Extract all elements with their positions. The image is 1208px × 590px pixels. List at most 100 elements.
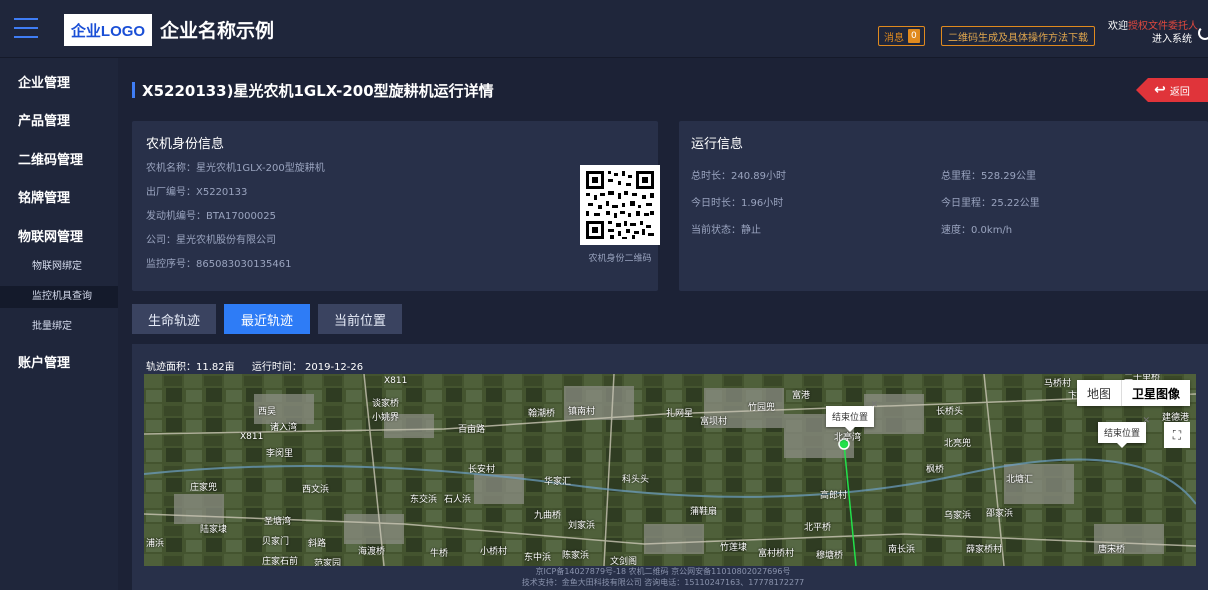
map-place-label: 马桥村 — [1044, 379, 1072, 389]
logout-power-icon[interactable] — [1198, 26, 1208, 40]
map-place-label: 李闵里 — [266, 449, 294, 459]
footer: 京ICP备14027879号-18 农机二维码 京公网安备11010802027… — [118, 566, 1208, 588]
map-place-label: 石人浜 — [444, 495, 472, 505]
map-place-label: 海渡桥 — [358, 547, 386, 557]
messages-button[interactable]: 消息 0 — [878, 26, 925, 46]
identity-panel: 农机身份信息 农机名称：星光农机1GLX-200型旋耕机 出厂编号：X52201… — [132, 121, 660, 291]
operation-current-status: 当前状态：静止 — [691, 225, 761, 236]
map-place-label: 富坝村 — [700, 417, 728, 427]
map-place-label: 斜路 — [308, 539, 327, 549]
company-name: 企业名称示例 — [160, 20, 275, 42]
sidebar-subitem-monitor-query[interactable]: 监控机具查询 — [0, 286, 118, 308]
sidebar-item-products[interactable]: 产品管理 — [0, 110, 118, 129]
map-place-label: 东交浜 — [410, 495, 438, 505]
map-place-label: 镇南村 — [568, 407, 596, 417]
identity-qr-code — [580, 165, 660, 245]
map-place-label: 庄家兜 — [190, 483, 218, 493]
map-place-label: 九曲桥 — [534, 511, 562, 521]
sidebar-item-enterprise[interactable]: 企业管理 — [0, 72, 118, 91]
map-place-label: 乌家浜 — [944, 511, 972, 521]
back-label: 返回 — [1169, 86, 1190, 98]
footer-support: 技术支持：金鱼大田科技有限公司 咨询电话：15110247163、1777817… — [521, 578, 805, 587]
map-place-label: 邵家浜 — [986, 509, 1014, 519]
map-place-label: 贝家门 — [262, 537, 290, 547]
map-place-label: 华家汇 — [544, 477, 572, 487]
identity-monitor-serial: 监控序号：865083030135461 — [146, 259, 292, 270]
operation-title: 运行信息 — [691, 137, 744, 152]
map-place-label: 浦浜 — [146, 539, 165, 549]
satellite-imagery — [144, 374, 1196, 566]
map-type-satellite[interactable]: 卫星图像 — [1120, 380, 1190, 406]
sidebar-item-qrcode[interactable]: 二维码管理 — [0, 149, 118, 168]
operation-total-mileage: 总里程：528.29公里 — [941, 171, 1036, 182]
map-place-label: X811 — [240, 432, 264, 442]
map-type-standard[interactable]: 地图 — [1077, 380, 1121, 406]
map-place-label: 南长浜 — [888, 545, 916, 555]
map-place-label: 文剑阁 — [610, 557, 638, 566]
map-panel: 轨迹面积：11.82亩 运行时间： 2019-12-26 X811 谈家桥 西吴… — [132, 344, 1208, 590]
map-place-label: 范家园 — [314, 559, 342, 566]
map-place-label: 翰潮桥 — [528, 409, 556, 419]
operation-panel: 运行信息 总时长：240.89小时 今日时长：1.96小时 当前状态：静止 总里… — [679, 121, 1208, 291]
tab-recent-track[interactable]: 最近轨迹 — [224, 304, 310, 334]
map-place-label: X811 — [384, 376, 408, 386]
identity-title: 农机身份信息 — [146, 137, 225, 152]
map-place-label: 西吴 — [258, 407, 277, 417]
tooltip-close-icon[interactable]: ✕ — [870, 400, 878, 410]
map-place-label: 科头头 — [622, 475, 650, 485]
sidebar-item-iot[interactable]: 物联网管理 — [0, 226, 118, 245]
map-place-label: 小姚界 — [372, 413, 400, 423]
map-place-label: 枫桥 — [926, 465, 945, 475]
map-place-label: 穆塘桥 — [816, 551, 844, 561]
map-place-label: 长桥头 — [936, 407, 964, 417]
map-info: 轨迹面积：11.82亩 运行时间： 2019-12-26 — [146, 358, 377, 373]
identity-machine-name: 农机名称：星光农机1GLX-200型旋耕机 — [146, 163, 325, 174]
tab-current-position[interactable]: 当前位置 — [318, 304, 402, 334]
map-place-label: 高郎村 — [820, 491, 848, 501]
map-place-label: 陈家浜 — [562, 551, 590, 561]
tab-life-track[interactable]: 生命轨迹 — [132, 304, 216, 334]
operation-today-duration: 今日时长：1.96小时 — [691, 198, 784, 209]
enter-system-link[interactable]: 进入系统 — [1108, 33, 1198, 46]
satellite-map[interactable]: X811 谈家桥 西吴 小姚界 翰潮桥 镇南村 扎网星 富坝村 竹园兜 富港 马… — [144, 374, 1196, 566]
map-type-switch: 地图 卫星图像 — [1076, 380, 1190, 406]
welcome-prefix: 欢迎 — [1108, 21, 1128, 32]
map-place-label: 长安村 — [468, 465, 496, 475]
map-place-label: 刘家浜 — [568, 521, 596, 531]
back-arrow-icon: ↩ — [1154, 82, 1166, 98]
sidebar-subitem-batch-binding[interactable]: 批量绑定 — [0, 316, 118, 338]
tooltip-close-icon[interactable]: ✕ — [1142, 416, 1150, 426]
end-position-tooltip: 结束位置 ✕ — [1098, 416, 1150, 448]
operation-total-duration: 总时长：240.89小时 — [691, 171, 786, 182]
map-place-label: 庄家石前 — [262, 557, 299, 566]
track-area: 轨迹面积：11.82亩 — [146, 362, 235, 373]
sidebar-item-account[interactable]: 账户管理 — [0, 352, 118, 371]
map-place-label: 西文浜 — [302, 485, 330, 495]
map-place-label: 诸入湾 — [270, 423, 298, 433]
identity-engine-number: 发动机编号：BTA17000025 — [146, 211, 276, 222]
map-place-label: 薛家桥村 — [966, 545, 1003, 555]
map-place-label: 扎网星 — [666, 409, 694, 419]
welcome-user-link[interactable]: 授权文件委托人 — [1128, 21, 1198, 32]
operation-today-mileage: 今日里程：25.22公里 — [941, 198, 1040, 209]
map-place-label: 小桥村 — [480, 547, 508, 557]
map-place-label: 谈家桥 — [372, 399, 400, 409]
qr-download-button[interactable]: 二维码生成及具体操作方法下载 — [941, 26, 1095, 46]
map-place-label: 富港 — [792, 391, 811, 401]
sidebar-subitem-iot-binding[interactable]: 物联网绑定 — [0, 256, 118, 278]
back-button[interactable]: ↩ 返回 — [1136, 78, 1208, 102]
sidebar-item-nameplate[interactable]: 铭牌管理 — [0, 187, 118, 206]
messages-label: 消息 — [884, 32, 904, 44]
messages-count-badge: 0 — [908, 29, 920, 43]
menu-icon[interactable] — [14, 18, 38, 40]
page-title: X5220133)星光农机1GLX-200型旋耕机运行详情 — [142, 82, 494, 100]
map-place-label: 圣塘湾 — [264, 517, 292, 527]
welcome-text: 欢迎授权文件委托人 进入系统 — [1108, 20, 1198, 46]
end-position-label: 结束位置 — [1104, 429, 1141, 439]
map-place-label: 富村桥村 — [758, 549, 795, 559]
qr-caption: 农机身份二维码 — [588, 254, 652, 264]
map-place-label: 牛桥 — [430, 549, 449, 559]
map-place-label: 北亮兜 — [944, 439, 972, 449]
fullscreen-icon[interactable]: ⛶ — [1164, 422, 1190, 448]
map-place-label: 北平桥 — [804, 523, 832, 533]
